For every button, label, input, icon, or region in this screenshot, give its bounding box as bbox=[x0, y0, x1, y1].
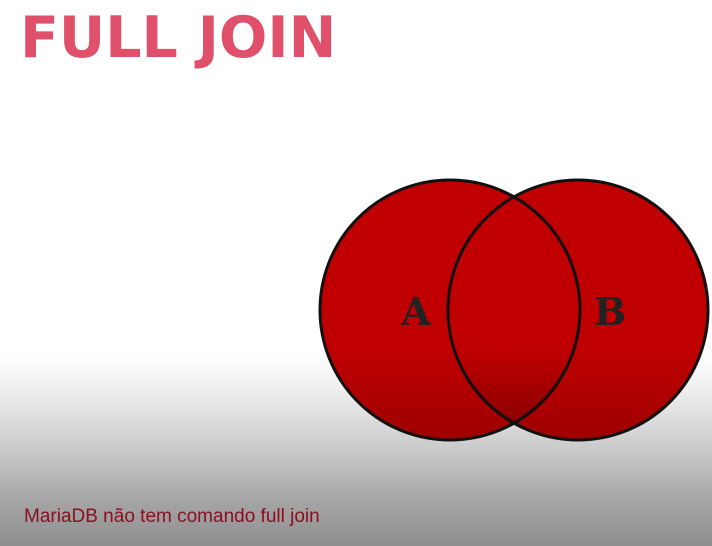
set-a-label: A bbox=[400, 289, 431, 334]
set-b-label: B bbox=[594, 289, 626, 334]
slide-caption: MariaDB não tem comando full join bbox=[24, 506, 320, 527]
venn-diagram: A B bbox=[318, 178, 710, 442]
